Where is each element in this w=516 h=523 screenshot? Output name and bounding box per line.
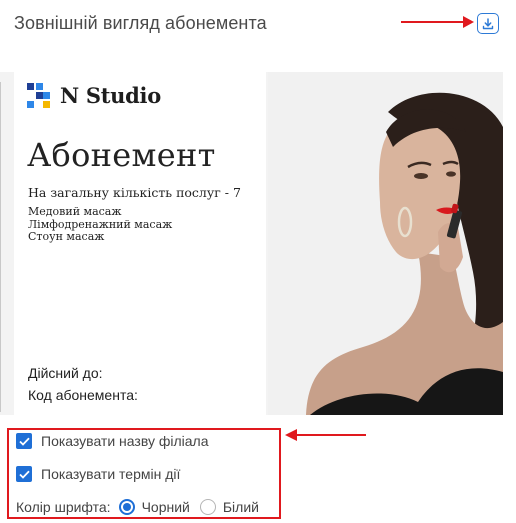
show-validity-option[interactable]: Показувати термін дії [16,466,180,482]
annotation-arrow-head [463,16,474,28]
download-icon [482,17,494,29]
services-list: Медовий масаж Лімфодренажний масаж Стоун… [28,205,172,244]
checkmark-icon [18,470,30,479]
subscription-preview [0,72,503,415]
option-label: Показувати назву філіала [41,433,209,449]
service-item: Медовий масаж [28,205,122,218]
subscription-code-label: Код абонемента: [28,387,138,403]
annotation-arrow-line [296,434,366,436]
preview-card-text-area [14,72,266,415]
radio-black-label[interactable]: Чорний [142,499,190,515]
radio-white-label[interactable]: Білий [223,499,259,515]
page-title: Зовнішній вигляд абонемента [14,13,267,33]
services-count: На загальну кількість послуг - 7 [28,185,241,200]
checkbox-checked[interactable] [16,433,32,449]
brand-logo-icon [27,83,50,108]
font-color-selector: Колір шрифта: Чорний Білий [16,499,259,515]
annotation-arrow-line [401,21,467,23]
download-button[interactable] [477,13,499,34]
brand-name: N Studio [60,83,161,108]
checkmark-icon [18,437,30,446]
divider [0,82,1,412]
option-label: Показувати термін дії [41,466,181,482]
font-color-label: Колір шрифта: [16,499,111,515]
service-item: Стоун масаж [28,230,105,243]
checkbox-checked[interactable] [16,466,32,482]
card-title: Абонемент [27,136,216,174]
brand-logo: N Studio [27,83,161,108]
radio-black[interactable] [118,499,135,515]
show-branch-name-option[interactable]: Показувати назву філіала [16,433,209,449]
valid-until-label: Дійсний до: [28,365,103,381]
promo-photo [268,72,503,415]
radio-white[interactable] [199,499,216,515]
